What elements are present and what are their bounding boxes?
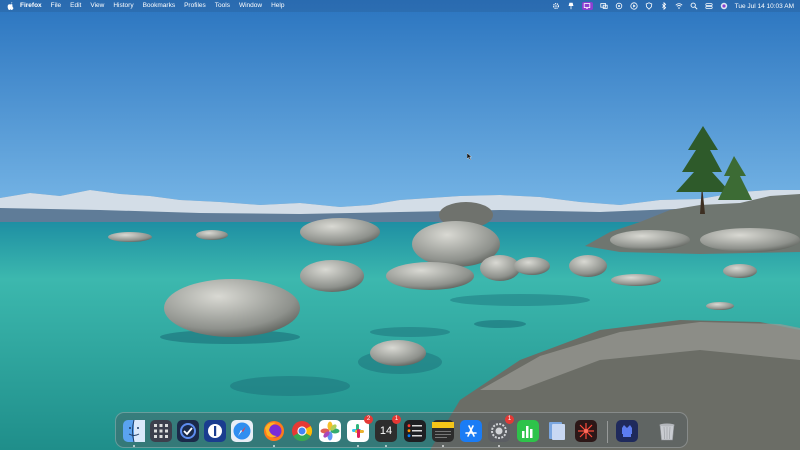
bluetooth-icon[interactable] bbox=[660, 2, 668, 10]
control-center-icon[interactable] bbox=[705, 2, 713, 10]
running-indicator bbox=[357, 445, 359, 447]
preview-icon bbox=[549, 422, 565, 440]
omnifocus-icon bbox=[177, 420, 199, 442]
lamp-icon[interactable] bbox=[567, 2, 575, 10]
finder-icon bbox=[123, 420, 145, 442]
menu-file[interactable]: File bbox=[51, 0, 61, 12]
dock-app-safari[interactable] bbox=[231, 420, 253, 442]
dock-app-omnifocus[interactable] bbox=[177, 420, 199, 442]
siri-icon[interactable] bbox=[720, 2, 728, 10]
dock-app-notes[interactable] bbox=[432, 420, 454, 447]
desktop-wallpaper bbox=[0, 0, 800, 450]
safari-icon bbox=[231, 420, 253, 442]
notification-badge: 2 bbox=[364, 415, 373, 424]
menu-window[interactable]: Window bbox=[239, 0, 262, 12]
wifi-icon[interactable] bbox=[675, 2, 683, 10]
lock-icon bbox=[616, 420, 638, 442]
reminders-icon bbox=[404, 420, 426, 442]
dock-app-app-store[interactable] bbox=[460, 420, 482, 442]
screen-mirror-icon[interactable] bbox=[600, 2, 608, 10]
scrobbles-icon bbox=[575, 420, 597, 442]
vpn-icon[interactable] bbox=[645, 2, 653, 10]
dock-app-system-settings[interactable]: 1 bbox=[488, 415, 514, 447]
menu-help[interactable]: Help bbox=[271, 0, 284, 12]
menu-tools[interactable]: Tools bbox=[215, 0, 230, 12]
menu-app-name[interactable]: Firefox bbox=[20, 0, 42, 12]
running-indicator bbox=[273, 445, 275, 447]
menu-history[interactable]: History bbox=[113, 0, 133, 12]
numbers-icon bbox=[517, 420, 539, 442]
dock-app-slack[interactable]: 2 bbox=[347, 415, 373, 447]
menu-profiles[interactable]: Profiles bbox=[184, 0, 206, 12]
play-icon[interactable] bbox=[630, 2, 638, 10]
notes-icon bbox=[432, 420, 454, 442]
trash-icon bbox=[659, 423, 675, 441]
dock-separator bbox=[607, 421, 608, 443]
dock: 2 14 1 1 bbox=[115, 412, 688, 448]
photos-icon bbox=[319, 420, 341, 442]
gear-icon[interactable] bbox=[552, 2, 560, 10]
running-indicator bbox=[385, 445, 387, 447]
menu-edit[interactable]: Edit bbox=[70, 0, 81, 12]
display-icon[interactable] bbox=[581, 2, 593, 10]
dock-app-preview[interactable] bbox=[546, 420, 568, 442]
search-icon[interactable] bbox=[690, 2, 698, 10]
dock-app-numbers[interactable] bbox=[517, 420, 539, 442]
notification-badge: 1 bbox=[392, 415, 401, 424]
dock-app-chrome[interactable] bbox=[291, 420, 313, 442]
dock-app-scrobbles[interactable] bbox=[575, 420, 597, 442]
1password-icon bbox=[204, 420, 226, 442]
menu-bar: Firefox File Edit View History Bookmarks… bbox=[0, 0, 800, 12]
dock-app-firefox[interactable] bbox=[263, 420, 285, 447]
launchpad-icon bbox=[150, 420, 172, 442]
menu-view[interactable]: View bbox=[90, 0, 104, 12]
eye-icon[interactable] bbox=[615, 2, 623, 10]
dock-app-finder[interactable] bbox=[123, 420, 145, 447]
firefox-icon bbox=[264, 421, 284, 441]
chrome-icon bbox=[292, 421, 313, 442]
calendar-date: 14 bbox=[379, 425, 393, 437]
dock-app-lock[interactable] bbox=[616, 420, 638, 442]
running-indicator bbox=[498, 445, 500, 447]
notification-badge: 1 bbox=[505, 415, 514, 424]
running-indicator bbox=[442, 445, 444, 447]
menu-bookmarks[interactable]: Bookmarks bbox=[143, 0, 176, 12]
dock-app-1password[interactable] bbox=[204, 420, 226, 442]
running-indicator bbox=[133, 445, 135, 447]
menu-clock[interactable]: Tue Jul 14 10:03 AM bbox=[735, 3, 794, 10]
dock-app-reminders[interactable] bbox=[404, 420, 426, 442]
app-store-icon bbox=[460, 420, 482, 442]
dock-app-photos[interactable] bbox=[319, 420, 341, 442]
mouse-pointer-icon bbox=[467, 153, 472, 160]
apple-menu-icon[interactable] bbox=[6, 1, 14, 11]
dock-app-calendar[interactable]: 14 1 bbox=[375, 415, 401, 447]
dock-app-launchpad[interactable] bbox=[150, 420, 172, 442]
dock-app-trash[interactable] bbox=[656, 420, 678, 442]
